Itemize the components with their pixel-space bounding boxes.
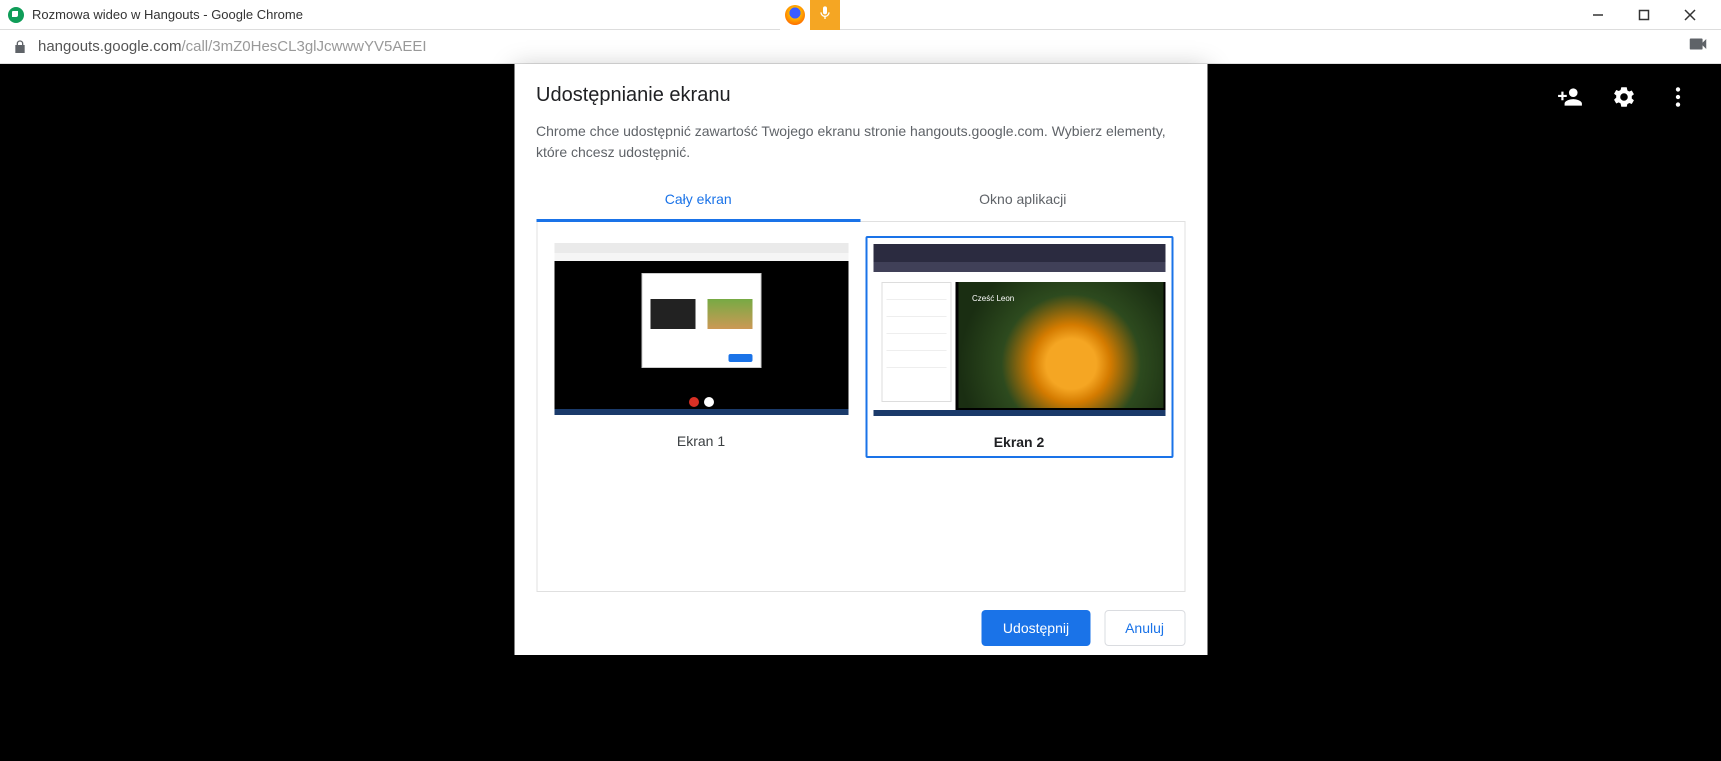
titlebar-center-icons — [780, 0, 840, 30]
tab-entire-screen[interactable]: Cały ekran — [536, 181, 861, 222]
microphone-icon — [817, 5, 833, 26]
add-people-button[interactable] — [1557, 84, 1583, 115]
url-text: hangouts.google.com/call/3mZ0HesCL3glJcw… — [38, 38, 427, 55]
mic-indicator[interactable] — [810, 0, 840, 30]
screen-share-dialog: Udostępnianie ekranu Chrome chce udostęp… — [514, 64, 1207, 655]
dialog-title: Udostępnianie ekranu — [536, 84, 1185, 107]
dialog-description: Chrome chce udostępnić zawartość Twojego… — [536, 121, 1185, 163]
lock-icon — [12, 39, 28, 55]
tab-app-window[interactable]: Okno aplikacji — [861, 181, 1186, 221]
address-bar[interactable]: hangouts.google.com/call/3mZ0HesCL3glJcw… — [0, 30, 1721, 64]
dialog-tabs: Cały ekran Okno aplikacji — [536, 181, 1185, 222]
call-controls — [1557, 84, 1691, 115]
more-options-button[interactable] — [1665, 84, 1691, 115]
cancel-button[interactable]: Anuluj — [1104, 610, 1185, 646]
window-maximize-button[interactable] — [1621, 0, 1667, 30]
url-path: /call/3mZ0HesCL3glJcwwwYV5AEEI — [181, 38, 426, 55]
screen-option-2[interactable]: Cześć Leon Ekran 2 — [865, 236, 1173, 458]
screen-2-thumbnail: Cześć Leon — [873, 244, 1165, 416]
url-host: hangouts.google.com — [38, 38, 181, 55]
thumb2-overlay-text: Cześć Leon — [972, 294, 1014, 303]
camera-permission-icon[interactable] — [1687, 33, 1709, 60]
screen-1-thumbnail — [554, 243, 848, 415]
screen-2-label: Ekran 2 — [873, 434, 1165, 450]
window-titlebar: Rozmowa wideo w Hangouts - Google Chrome — [0, 0, 1721, 30]
screen-option-1[interactable]: Ekran 1 — [547, 236, 855, 456]
share-button[interactable]: Udostępnij — [982, 610, 1090, 646]
firefox-icon — [785, 5, 805, 25]
dialog-footer: Udostępnij Anuluj — [514, 592, 1207, 664]
firefox-indicator[interactable] — [780, 0, 810, 30]
hangouts-app-icon — [8, 7, 24, 23]
screen-1-label: Ekran 1 — [554, 433, 848, 449]
screen-options: Ekran 1 Cześć Leon Ekran 2 — [536, 222, 1185, 592]
window-controls — [1575, 0, 1713, 30]
window-minimize-button[interactable] — [1575, 0, 1621, 30]
settings-button[interactable] — [1611, 84, 1637, 115]
window-close-button[interactable] — [1667, 0, 1713, 30]
